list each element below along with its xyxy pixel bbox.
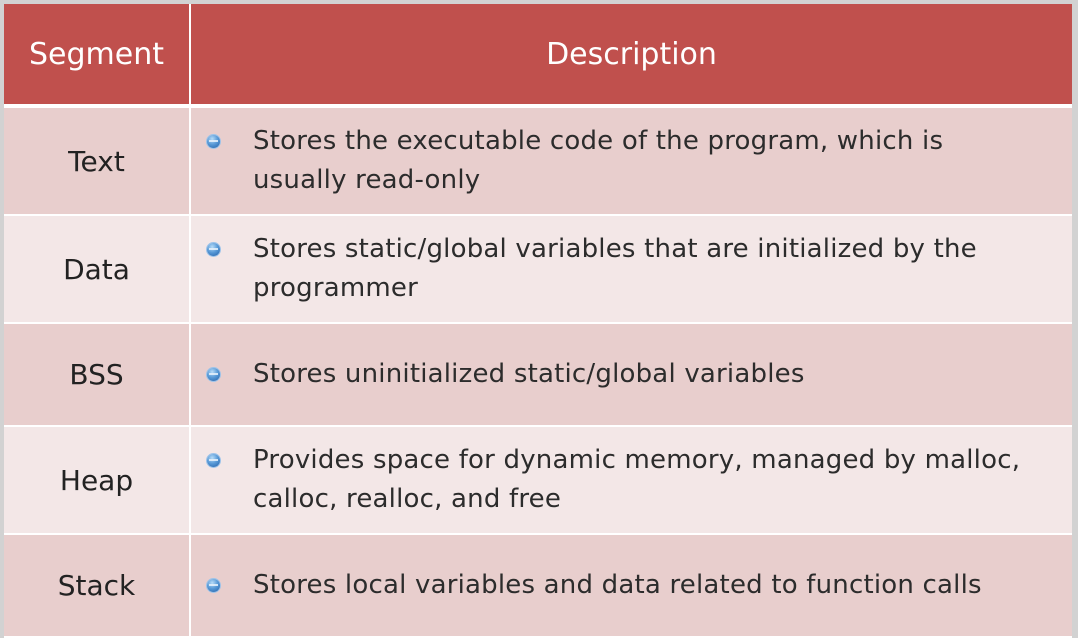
round-bullet-icon	[207, 135, 220, 148]
segment-description-cell: Stores static/global variables that are …	[190, 215, 1072, 324]
table-row: Data Stores static/global variables that…	[4, 215, 1072, 324]
table-row: Heap Provides space for dynamic memory, …	[4, 426, 1072, 535]
segment-description: Stores static/global variables that are …	[253, 234, 977, 303]
segment-name: Text	[4, 106, 191, 216]
segment-description: Stores the executable code of the progra…	[253, 126, 944, 195]
segment-description: Provides space for dynamic memory, manag…	[253, 445, 1021, 514]
segment-description-cell: Provides space for dynamic memory, manag…	[190, 426, 1072, 535]
segment-description: Stores local variables and data related …	[253, 570, 982, 600]
round-bullet-icon	[207, 454, 220, 467]
table-row: BSS Stores uninitialized static/global v…	[4, 323, 1072, 427]
segment-description: Stores uninitialized static/global varia…	[253, 359, 805, 389]
segment-name: Heap	[4, 426, 191, 535]
memory-segments-table: Segment Description Text Stores the exec…	[4, 4, 1072, 638]
header-segment: Segment	[4, 4, 191, 108]
segment-description-cell: Stores local variables and data related …	[190, 534, 1072, 638]
round-bullet-icon	[207, 579, 220, 592]
segment-description-cell: Stores the executable code of the progra…	[190, 106, 1072, 216]
segment-description-cell: Stores uninitialized static/global varia…	[190, 323, 1072, 427]
header-description: Description	[190, 4, 1072, 108]
round-bullet-icon	[207, 243, 220, 256]
table-row: Text Stores the executable code of the p…	[4, 106, 1072, 216]
round-bullet-icon	[207, 368, 220, 381]
segment-name: Data	[4, 215, 191, 324]
segment-name: Stack	[4, 534, 191, 638]
table-header-row: Segment Description	[4, 4, 1072, 108]
table-row: Stack Stores local variables and data re…	[4, 534, 1072, 638]
segment-name: BSS	[4, 323, 191, 427]
slide-frame: Segment Description Text Stores the exec…	[4, 4, 1072, 638]
